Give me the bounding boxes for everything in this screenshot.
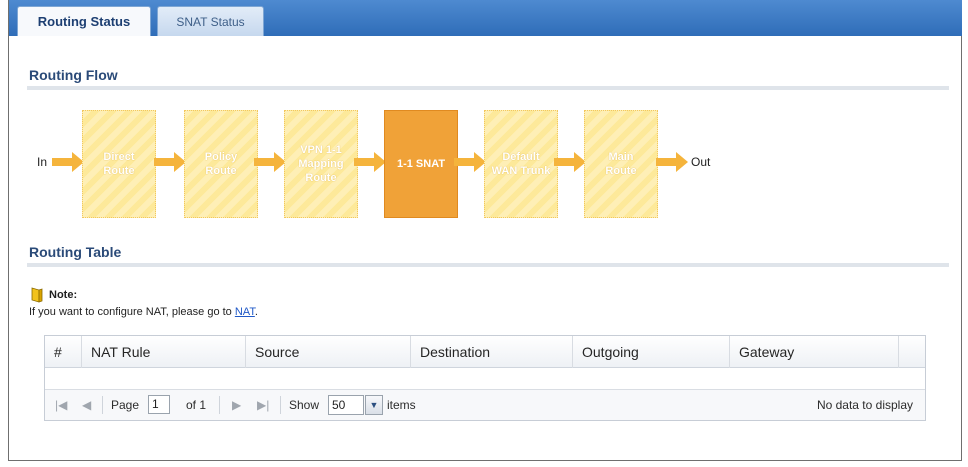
column-header-nat-rule[interactable]: NAT Rule <box>91 344 150 360</box>
flow-step-direct-route: Direct Route <box>82 110 156 218</box>
column-header-source[interactable]: Source <box>255 344 299 360</box>
page-number-input[interactable]: 1 <box>148 395 170 414</box>
pagination-bar: |◀ ◀ Page 1 of 1 ▶ ▶| Show 50 ▼ items No… <box>45 389 925 420</box>
pager-separator <box>102 396 103 414</box>
table-header: # NAT Rule Source Destination Outgoing G… <box>45 336 925 368</box>
column-divider <box>81 336 82 368</box>
first-page-icon[interactable]: |◀ <box>55 398 67 412</box>
flow-arrow-icon <box>354 152 386 172</box>
column-header-destination[interactable]: Destination <box>420 344 490 360</box>
note-label: Note: <box>49 289 78 301</box>
section-divider <box>27 263 949 267</box>
note-text: If you want to configure NAT, please go … <box>29 306 258 318</box>
empty-table-message: No data to display <box>816 398 913 412</box>
tab-routing-status[interactable]: Routing Status <box>17 6 151 36</box>
column-header-gateway[interactable]: Gateway <box>739 344 794 360</box>
routing-table: # NAT Rule Source Destination Outgoing G… <box>44 335 926 421</box>
flow-out-label: Out <box>691 155 711 169</box>
page-count-label: of 1 <box>186 398 207 412</box>
note-message: If you want to configure NAT, please go … <box>29 306 235 318</box>
routing-table-title: Routing Table <box>29 244 122 260</box>
flow-arrow-icon <box>656 152 688 172</box>
tab-snat-status[interactable]: SNAT Status <box>157 6 264 36</box>
pager-separator <box>280 396 281 414</box>
column-divider <box>410 336 411 368</box>
flow-step-main-route: Main Route <box>584 110 658 218</box>
note-icon <box>31 287 43 303</box>
note-suffix: . <box>254 306 258 318</box>
flow-in-label: In <box>37 155 48 169</box>
items-label: items <box>387 398 416 412</box>
tab-bar: Routing Status SNAT Status <box>9 0 962 36</box>
flow-arrow-icon <box>454 152 486 172</box>
page-size-select[interactable]: 50 <box>328 395 364 415</box>
routing-flow-title: Routing Flow <box>29 67 118 83</box>
flow-step-snat: 1-1 SNAT <box>384 110 458 218</box>
flow-arrow-icon <box>254 152 286 172</box>
nat-link[interactable]: NAT <box>235 306 255 318</box>
flow-arrow-icon <box>154 152 186 172</box>
section-divider <box>27 86 949 90</box>
column-header-outgoing[interactable]: Outgoing <box>582 344 639 360</box>
next-page-icon[interactable]: ▶ <box>232 398 241 412</box>
column-divider <box>245 336 246 368</box>
main-panel: Routing Status SNAT Status Routing Flow … <box>8 0 962 461</box>
flow-step-default-wan-trunk: Default WAN Trunk <box>484 110 558 218</box>
flow-step-policy-route: Policy Route <box>184 110 258 218</box>
last-page-icon[interactable]: ▶| <box>257 398 269 412</box>
flow-arrow-icon <box>52 152 84 172</box>
flow-arrow-icon <box>554 152 586 172</box>
show-label: Show <box>289 398 320 412</box>
column-header-number[interactable]: # <box>54 344 62 360</box>
column-divider <box>572 336 573 368</box>
column-divider <box>898 336 899 368</box>
pager-separator <box>219 396 220 414</box>
page-label: Page <box>111 398 140 412</box>
flow-step-vpn-mapping-route: VPN 1-1 Mapping Route <box>284 110 358 218</box>
chevron-down-icon[interactable]: ▼ <box>365 395 383 415</box>
previous-page-icon[interactable]: ◀ <box>82 398 91 412</box>
column-divider <box>729 336 730 368</box>
